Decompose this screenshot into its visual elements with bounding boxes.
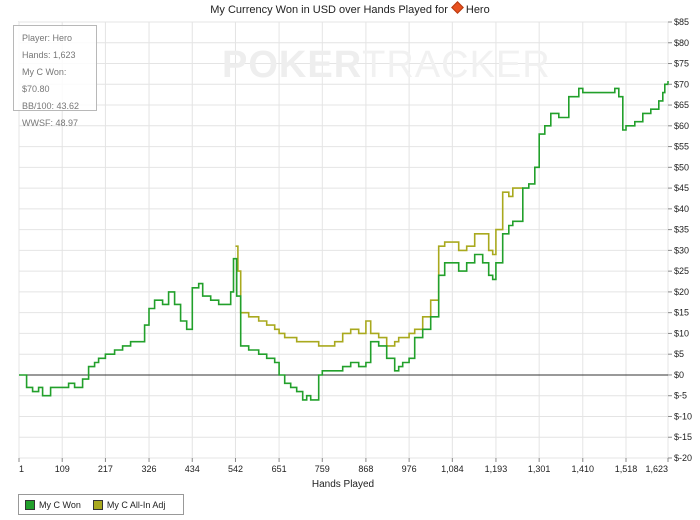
x-tick-label: 217 bbox=[98, 464, 113, 474]
y-tick-label: $30 bbox=[674, 245, 689, 255]
x-tick-label: 1,623 bbox=[645, 464, 668, 474]
x-tick-label: 651 bbox=[272, 464, 287, 474]
x-tick-label: 1,193 bbox=[485, 464, 508, 474]
y-tick-label: $85 bbox=[674, 17, 689, 27]
y-tick-label: $-10 bbox=[674, 411, 692, 421]
y-tick-label: $0 bbox=[674, 370, 684, 380]
legend-item-allin-adj[interactable]: My C All-In Adj bbox=[92, 499, 166, 510]
y-tick-label: $-20 bbox=[674, 453, 692, 463]
stat-player: Player: Hero bbox=[22, 33, 73, 43]
x-tick-label: 1 bbox=[19, 464, 24, 474]
y-tick-label: $10 bbox=[674, 328, 689, 338]
legend-swatch-icon bbox=[25, 499, 35, 510]
x-tick-label: 542 bbox=[228, 464, 243, 474]
x-tick-label: 1,518 bbox=[615, 464, 638, 474]
stat-wwsf: WWSF: 48.97 bbox=[22, 118, 79, 128]
y-tick-label: $50 bbox=[674, 162, 689, 172]
x-axis-label: Hands Played bbox=[312, 479, 374, 490]
legend-swatch-icon bbox=[92, 499, 103, 510]
y-tick-label: $65 bbox=[674, 100, 689, 110]
x-tick-label: 868 bbox=[358, 464, 373, 474]
legend-label: My C All-In Adj bbox=[106, 499, 166, 510]
plot-frame bbox=[18, 21, 669, 459]
legend-item-won[interactable]: My C Won bbox=[25, 499, 81, 510]
y-tick-label: $15 bbox=[674, 308, 689, 318]
x-tick-label: 1,301 bbox=[528, 464, 551, 474]
y-tick-label: $5 bbox=[674, 349, 684, 359]
stat-bb100: BB/100: 43.62 bbox=[22, 101, 80, 111]
y-tick-label: $40 bbox=[674, 204, 689, 214]
y-tick-label: $75 bbox=[674, 59, 689, 69]
stat-hands: Hands: 1,623 bbox=[22, 50, 76, 60]
legend-label: My C Won bbox=[39, 499, 81, 510]
x-tick-label: 976 bbox=[402, 464, 417, 474]
y-tick-label: $-15 bbox=[674, 432, 692, 442]
pokertracker-watermark: POKERTRACKER bbox=[222, 44, 551, 86]
stat-won: My C Won: $70.80 bbox=[22, 67, 67, 94]
x-axis: 1 109 217 326 434 542 651 759 868 976 1,084 1,193 1,… bbox=[18, 458, 669, 474]
y-tick-label: $20 bbox=[674, 287, 689, 297]
x-tick-label: 759 bbox=[315, 464, 330, 474]
y-tick-label: $80 bbox=[674, 38, 689, 48]
x-tick-label: 1,084 bbox=[441, 464, 464, 474]
legend: My C Won My C All-In Adj bbox=[18, 494, 184, 515]
y-tick-label: $35 bbox=[674, 225, 689, 235]
y-tick-label: $55 bbox=[674, 142, 689, 152]
x-tick-label: 326 bbox=[142, 464, 157, 474]
y-tick-label: $70 bbox=[674, 79, 689, 89]
y-tick-label: $25 bbox=[674, 266, 689, 276]
x-tick-label: 434 bbox=[185, 464, 200, 474]
player-diamond-icon bbox=[451, 1, 464, 14]
x-tick-label: 109 bbox=[55, 464, 70, 474]
stats-box: Player: Hero Hands: 1,623 My C Won: $70.… bbox=[13, 25, 97, 128]
y-tick-label: $-5 bbox=[674, 391, 687, 401]
y-axis: $-20 $-15 $-10 $-5 $0 $5 $10 $15 $20 $25 $30 $35 $40… bbox=[668, 17, 692, 463]
y-tick-label: $45 bbox=[674, 183, 689, 193]
x-tick-label: 1,410 bbox=[572, 464, 595, 474]
y-tick-label: $60 bbox=[674, 121, 689, 131]
chart-title-player: Hero bbox=[465, 4, 490, 16]
chart-title: My Currency Won in USD over Hands Played… bbox=[0, 1, 700, 16]
chart-title-text: My Currency Won in USD over Hands Played… bbox=[210, 4, 448, 16]
